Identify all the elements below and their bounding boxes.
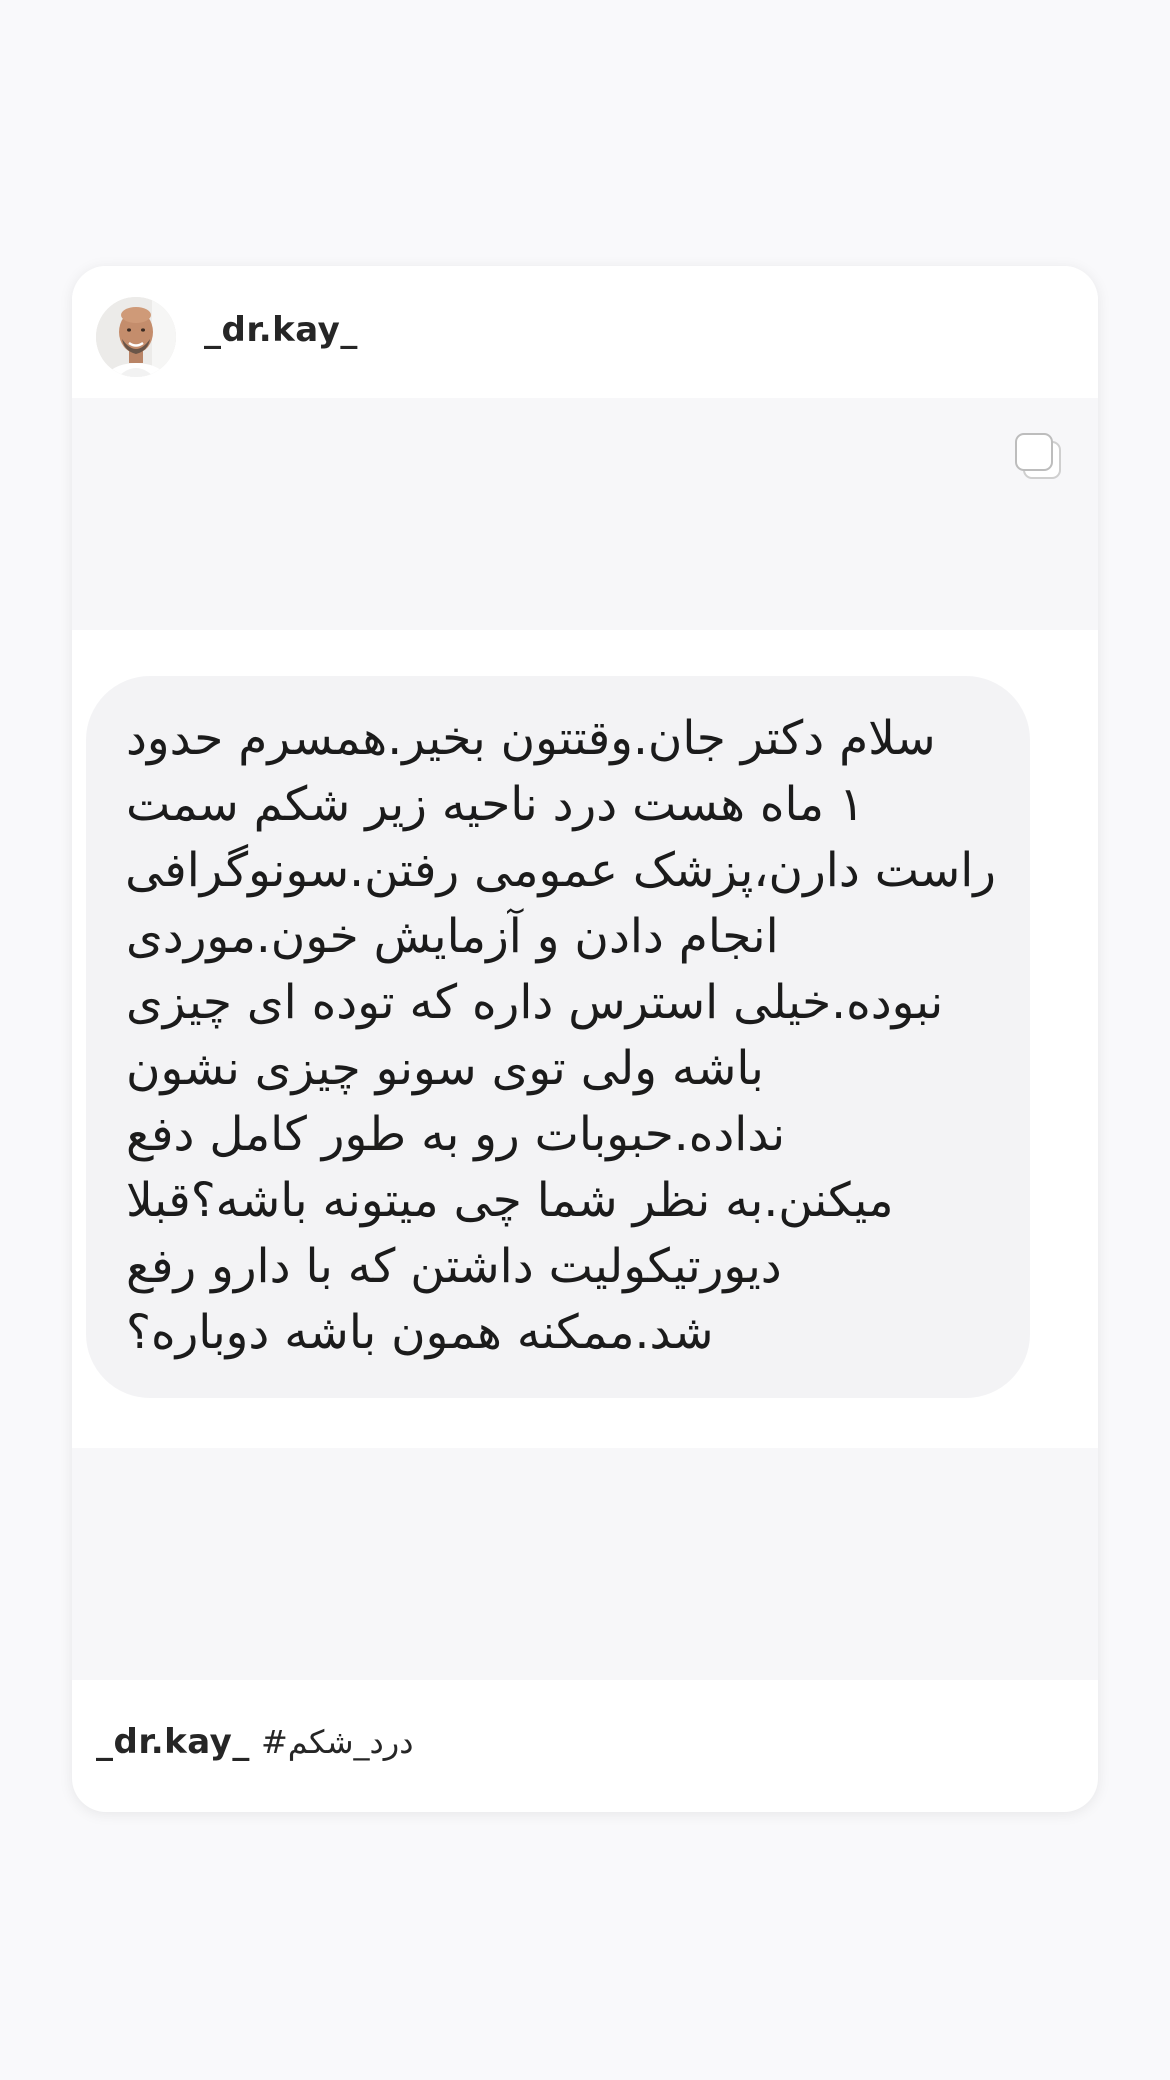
avatar[interactable] <box>96 297 176 377</box>
post-bottom-spacer <box>72 1448 1098 1680</box>
avatar-image <box>96 297 176 377</box>
message-line: راست دارن،پزشک عمومی رفتن.سونوگرافی <box>125 843 996 898</box>
multiple-images-icon <box>1012 430 1066 484</box>
message-line: میکنن.به نظر شما چی میتونه باشه؟قبلا <box>126 1173 894 1228</box>
post-card: _dr.kay_ سلام دکتر جان.وقتتون بخیر.همسرم… <box>72 266 1098 1812</box>
message-line: باشه ولی توی سونو چیزی نشون <box>126 1041 764 1096</box>
message-line: دیورتیکولیت داشتن که با دارو رفع <box>126 1239 782 1294</box>
post-top-spacer <box>72 398 1098 630</box>
message-line: سلام دکتر جان.وقتتون بخیر.همسرم حدود <box>126 711 936 766</box>
post-caption: _dr.kay_ #درد_شکم <box>96 1722 1076 1782</box>
message-line: نداده.حبوبات رو به طور کامل دفع <box>126 1107 786 1162</box>
caption-hashtag[interactable]: #درد_شکم <box>261 1723 414 1761</box>
message-bubble: سلام دکتر جان.وقتتون بخیر.همسرم حدود ۱ م… <box>86 676 1030 1398</box>
message-line: شد.ممکنه همون باشه دوباره؟ <box>126 1305 714 1360</box>
message-line: نبوده.خیلی استرس داره که توده ای چیزی <box>126 975 944 1030</box>
header-username[interactable]: _dr.kay_ <box>204 310 358 350</box>
post-header: _dr.kay_ <box>72 266 1098 398</box>
message-text: سلام دکتر جان.وقتتون بخیر.همسرم حدود ۱ م… <box>125 706 996 1366</box>
message-line: انجام دادن و آزمایش خون.موردی <box>126 909 779 964</box>
message-line: ۱ ماه هست درد ناحیه زیر شکم سمت <box>126 777 865 832</box>
caption-username[interactable]: _dr.kay_ <box>96 1722 250 1762</box>
